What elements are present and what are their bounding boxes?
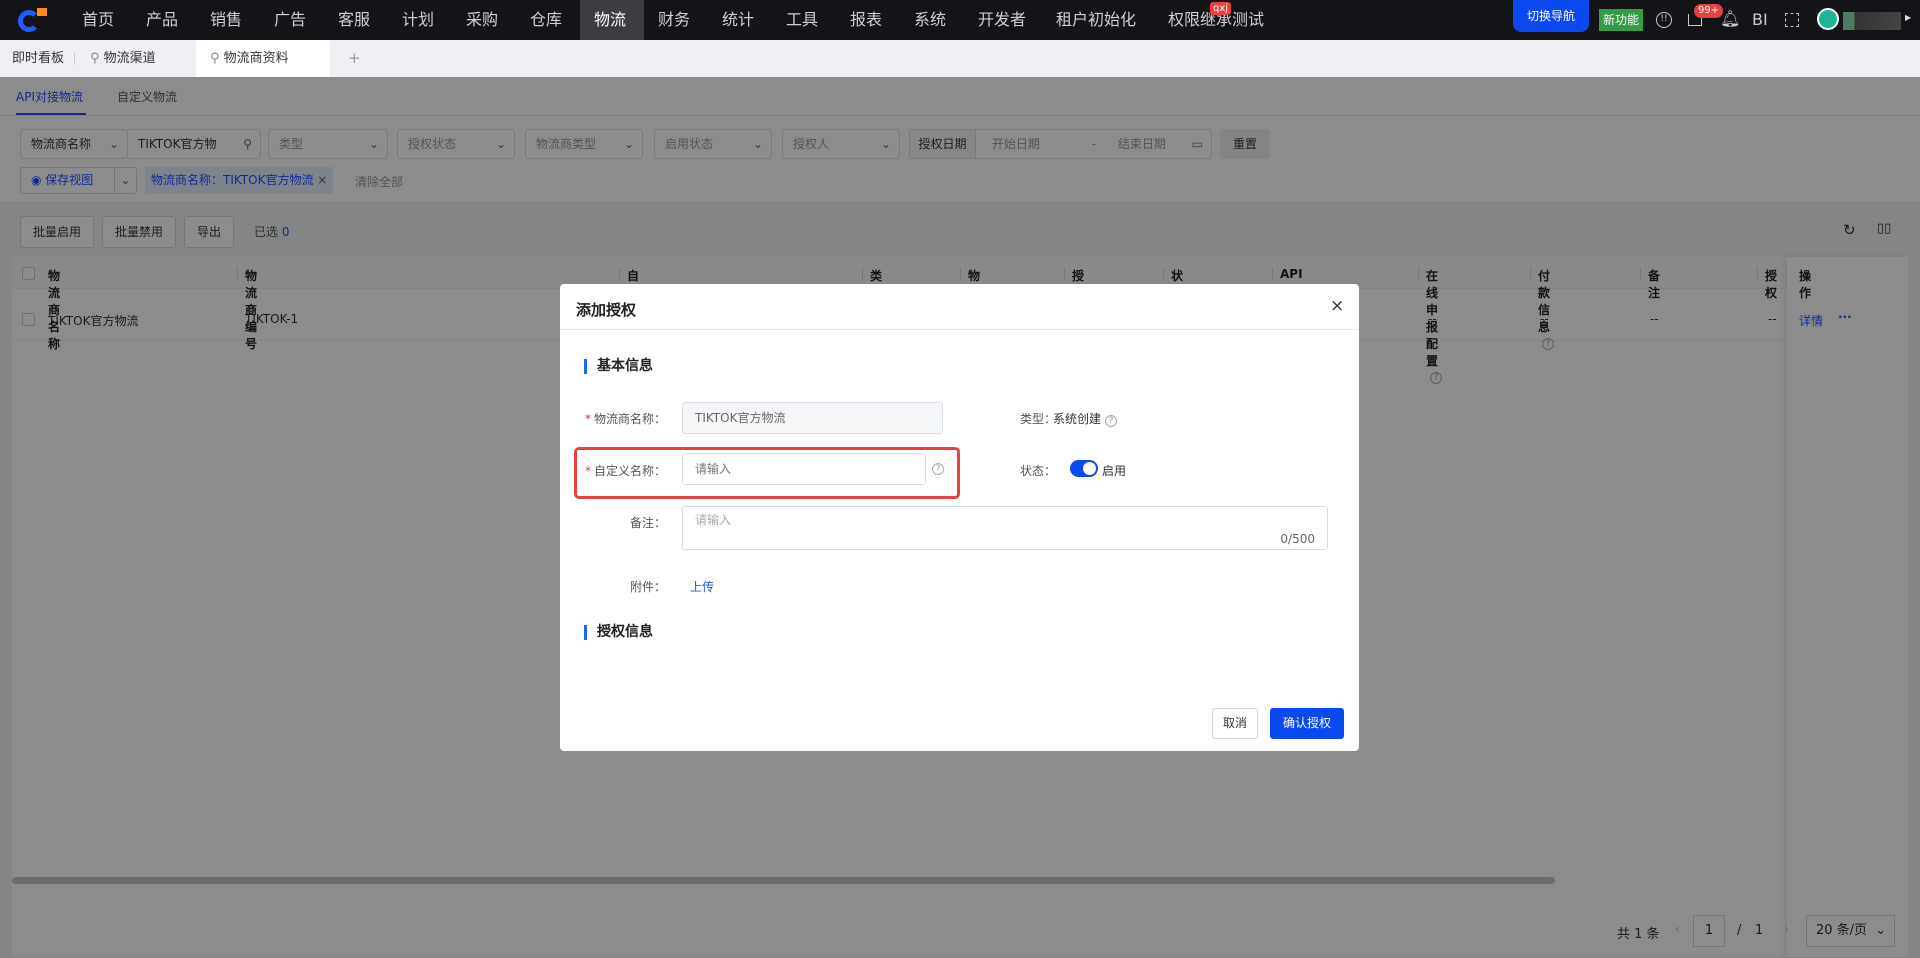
nav-item-0[interactable]: 首页 <box>68 0 128 40</box>
status-label: 状态： <box>1019 464 1056 478</box>
inbox-badge: 99+ <box>1694 4 1724 18</box>
nav-item-3[interactable]: 广告 <box>260 0 320 40</box>
status-value: 启用 <box>1102 464 1127 478</box>
nav-item-7[interactable]: 仓库 <box>516 0 576 40</box>
nav-item-10[interactable]: 统计 <box>708 0 768 40</box>
attachment-label: 附件： <box>629 580 666 594</box>
remark-label: 备注： <box>629 516 666 530</box>
divider <box>74 53 75 65</box>
fullscreen-icon[interactable] <box>1785 13 1799 27</box>
top-nav: 首页 产品 销售 广告 客服 计划 采购 仓库 物流 财务 统计 工具 报表 系统 开发者 租户初始化 权限继承… <box>0 0 1920 40</box>
qxj-badge: qxj <box>1210 2 1232 15</box>
help-icon[interactable]: !! <box>1656 12 1672 28</box>
add-tab-button[interactable]: + <box>348 40 361 77</box>
help-icon: ? <box>932 463 944 475</box>
bell-icon[interactable]: 🔔︎ <box>1720 9 1740 28</box>
carrier-name-label: * 物流商名称： <box>584 412 666 426</box>
nav-item-5[interactable]: 计划 <box>388 0 448 40</box>
logo[interactable] <box>18 8 47 32</box>
pin-icon: ⚲ <box>90 51 104 66</box>
status-toggle[interactable] <box>1070 460 1098 477</box>
nav-item-14[interactable]: 开发者 <box>964 0 1040 40</box>
caret-right-icon[interactable]: ▶ <box>1905 13 1911 22</box>
tab-dashboard[interactable]: 即时看板 <box>12 40 64 77</box>
remark-textarea[interactable]: 请输入 0/500 <box>682 506 1328 550</box>
type-label: 类型： <box>1019 412 1056 426</box>
nav-item-12[interactable]: 报表 <box>836 0 896 40</box>
bi-button[interactable]: BI <box>1752 10 1768 29</box>
cancel-button[interactable]: 取消 <box>1212 708 1259 739</box>
section-auth-info: 授权信息 <box>584 625 653 640</box>
page-tabs: 即时看板 ⚲ 物流渠道 ⚲ 物流商资料 + <box>0 40 1920 77</box>
tab-carrier-info[interactable]: ⚲ 物流商资料 <box>196 40 330 77</box>
close-icon[interactable]: × <box>1330 296 1344 316</box>
nav-item-13[interactable]: 系统 <box>900 0 960 40</box>
nav-item-9[interactable]: 财务 <box>644 0 704 40</box>
nav-item-11[interactable]: 工具 <box>772 0 832 40</box>
username-blurred[interactable] <box>1843 12 1901 30</box>
pin-icon: ⚲ <box>210 51 224 66</box>
nav-item-4[interactable]: 客服 <box>324 0 384 40</box>
type-value: 系统创建? <box>1053 410 1118 427</box>
dialog-title: 添加授权 <box>576 301 637 319</box>
nav-item-2[interactable]: 销售 <box>196 0 256 40</box>
confirm-authorization-button[interactable]: 确认授权 <box>1270 708 1345 739</box>
new-feature-button[interactable]: 新功能 <box>1599 9 1643 31</box>
nav-item-1[interactable]: 产品 <box>132 0 192 40</box>
add-authorization-dialog: 添加授权 × 基本信息 * 物流商名称： TIKTOK官方物流 类型： 系统创建?… <box>560 284 1359 751</box>
tab-logistics-channel[interactable]: ⚲ 物流渠道 <box>90 40 156 77</box>
avatar[interactable] <box>1817 8 1839 30</box>
carrier-name-field: TIKTOK官方物流 <box>682 402 943 434</box>
upload-link[interactable]: 上传 <box>690 578 714 595</box>
help-icon: ? <box>1105 415 1118 427</box>
custom-name-input[interactable] <box>682 453 926 485</box>
nav-item-8[interactable]: 物流 <box>580 0 644 40</box>
divider <box>560 329 1359 330</box>
switch-nav-button[interactable]: 切换导航 <box>1513 0 1589 32</box>
nav-item-15[interactable]: 租户初始化 <box>1042 0 1150 40</box>
custom-name-label: * 自定义名称： <box>584 464 666 478</box>
section-basic-info: 基本信息 <box>584 359 653 374</box>
char-count: 0/500 <box>1280 532 1315 546</box>
nav-item-6[interactable]: 采购 <box>452 0 512 40</box>
